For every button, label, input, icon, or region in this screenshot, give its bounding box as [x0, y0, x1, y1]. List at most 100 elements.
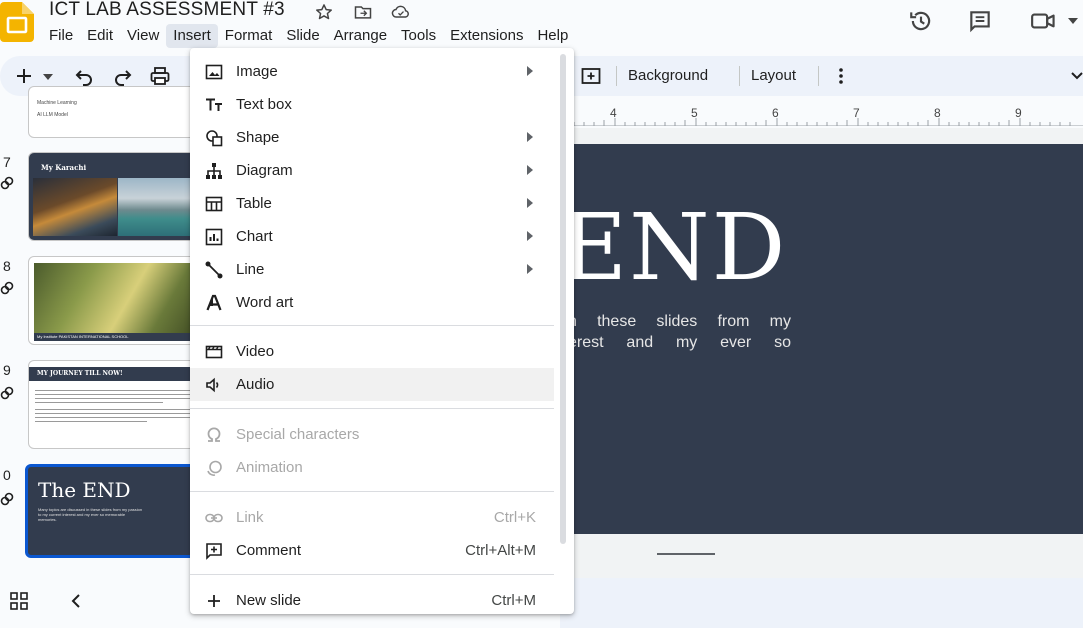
slide-canvas[interactable]: END n these slides from my erest and my … — [560, 144, 1083, 534]
menu-scrollbar[interactable] — [560, 54, 566, 544]
submenu-arrow-icon — [527, 165, 533, 175]
chart-icon — [205, 228, 223, 246]
layout-button[interactable]: Layout — [751, 67, 796, 84]
menu-item-animation[interactable]: Animation — [190, 451, 554, 484]
slide-body-line: n these slides from my — [568, 313, 791, 330]
menu-item-label: Animation — [236, 459, 303, 476]
menu-item-image[interactable]: Image — [190, 55, 554, 88]
slide-body-line: erest and my ever so — [568, 334, 791, 351]
slide-title-text[interactable]: END — [560, 194, 787, 301]
menu-item-shortcut: Ctrl+M — [491, 592, 536, 609]
line-icon — [205, 261, 223, 279]
menu-item-label: Link — [236, 509, 264, 526]
chevron-down-icon[interactable] — [1068, 17, 1078, 25]
menu-item-table[interactable]: Table — [190, 187, 554, 220]
collapse-filmstrip-icon[interactable] — [68, 592, 84, 610]
toolbar-divider — [739, 66, 740, 86]
toolbar-divider — [616, 66, 617, 86]
shape-icon — [206, 130, 223, 147]
document-title[interactable]: ICT LAB ASSESSMENT #3 — [49, 0, 285, 21]
ruler-ticks — [560, 118, 1083, 126]
omega-icon — [207, 427, 221, 442]
menu-insert[interactable]: Insert — [166, 24, 218, 48]
menu-item-label: Chart — [236, 228, 273, 245]
diagram-icon — [206, 163, 222, 179]
menu-item-shape[interactable]: Shape — [190, 121, 554, 154]
slide-thumbnail-8[interactable]: My Institute PAKISTAN INTERNATIONAL SCHO… — [28, 256, 205, 345]
thumbnail-body: Many topics are discussed in these slide… — [38, 507, 143, 522]
slide-thumbnail-6[interactable]: Machine Learning AI LLM Model — [28, 86, 205, 138]
menu-item-chart[interactable]: Chart — [190, 220, 554, 253]
menu-item-comment[interactable]: Comment Ctrl+Alt+M — [190, 534, 554, 567]
menu-help[interactable]: Help — [530, 24, 575, 48]
animation-icon — [207, 460, 222, 476]
submenu-arrow-icon — [527, 198, 533, 208]
menu-item-label: New slide — [236, 592, 302, 609]
menu-item-shortcut: Ctrl+Alt+M — [465, 542, 536, 559]
meet-video-icon[interactable] — [1030, 8, 1060, 34]
menu-file[interactable]: File — [42, 24, 80, 48]
menu-item-special-characters[interactable]: Special characters — [190, 418, 554, 451]
menu-item-link[interactable]: Link Ctrl+K — [190, 501, 554, 534]
wordart-icon — [206, 294, 222, 311]
insert-textbox-icon[interactable] — [580, 65, 602, 87]
image-icon — [205, 64, 223, 80]
print-icon[interactable] — [149, 65, 171, 87]
menu-extensions[interactable]: Extensions — [443, 24, 530, 48]
title-bar: ICT LAB ASSESSMENT #3 File Edit View Ins… — [0, 0, 1083, 50]
star-icon[interactable] — [313, 2, 335, 22]
menu-item-shortcut: Ctrl+K — [493, 509, 536, 526]
collapse-toolbar-chevron-icon[interactable] — [1071, 72, 1083, 80]
karachi-night-photo — [33, 178, 117, 236]
table-icon — [205, 196, 223, 212]
insert-menu-dropdown: Image Text box Shape Diagram Table Chart… — [190, 48, 574, 614]
new-slide-plus-icon[interactable] — [13, 65, 35, 87]
speaker-notes-area[interactable] — [560, 578, 1083, 628]
version-history-icon[interactable] — [908, 8, 934, 34]
submenu-arrow-icon — [527, 264, 533, 274]
undo-icon[interactable] — [74, 65, 96, 87]
slide-link-icon — [0, 386, 14, 400]
menu-item-label: Word art — [236, 294, 294, 311]
menu-item-label: Text box — [236, 96, 292, 113]
menu-view[interactable]: View — [120, 24, 166, 48]
cloud-status-icon[interactable] — [390, 2, 412, 22]
background-button[interactable]: Background — [628, 67, 708, 84]
slide-thumbnail-10-selected[interactable]: The END Many topics are discussed in the… — [25, 464, 206, 558]
institute-photo — [34, 263, 204, 333]
horizontal-ruler: 4 5 6 7 8 9 — [560, 98, 1083, 128]
menu-item-line[interactable]: Line — [190, 253, 554, 286]
menu-item-label: Line — [236, 261, 265, 278]
redo-icon[interactable] — [111, 65, 133, 87]
comments-icon[interactable] — [967, 8, 993, 34]
thumbnail-bullet: Machine Learning — [37, 100, 77, 106]
plus-icon — [208, 595, 220, 607]
more-options-icon[interactable] — [830, 65, 852, 87]
speaker-notes-drag-handle[interactable] — [657, 553, 715, 555]
menu-edit[interactable]: Edit — [80, 24, 120, 48]
menu-item-video[interactable]: Video — [190, 335, 554, 368]
menu-item-audio[interactable]: Audio — [190, 368, 554, 401]
submenu-arrow-icon — [527, 66, 533, 76]
slides-logo-icon[interactable] — [0, 2, 34, 42]
move-folder-icon[interactable] — [352, 2, 374, 22]
new-slide-dropdown-icon[interactable] — [43, 74, 53, 80]
comment-icon — [206, 543, 222, 560]
slide-thumbnail-7[interactable]: My Karachi — [28, 152, 205, 241]
menu-divider — [190, 574, 554, 575]
thumbnail-title: My Karachi — [41, 163, 87, 172]
slide-number: 7 — [3, 154, 11, 170]
menu-format[interactable]: Format — [218, 24, 280, 48]
slide-number: 8 — [3, 258, 11, 274]
menu-divider — [190, 408, 554, 409]
menu-item-word-art[interactable]: Word art — [190, 286, 554, 319]
menu-tools[interactable]: Tools — [394, 24, 443, 48]
slide-thumbnail-9[interactable]: MY JOURNEY TILL NOW! — [28, 360, 205, 449]
menu-slide[interactable]: Slide — [279, 24, 326, 48]
menu-item-diagram[interactable]: Diagram — [190, 154, 554, 187]
slide-body-text[interactable]: n these slides from my erest and my ever… — [568, 311, 791, 353]
menu-arrange[interactable]: Arrange — [327, 24, 394, 48]
menu-item-text-box[interactable]: Text box — [190, 88, 554, 121]
grid-view-icon[interactable] — [10, 592, 28, 610]
menu-item-new-slide[interactable]: New slide Ctrl+M — [190, 584, 554, 617]
